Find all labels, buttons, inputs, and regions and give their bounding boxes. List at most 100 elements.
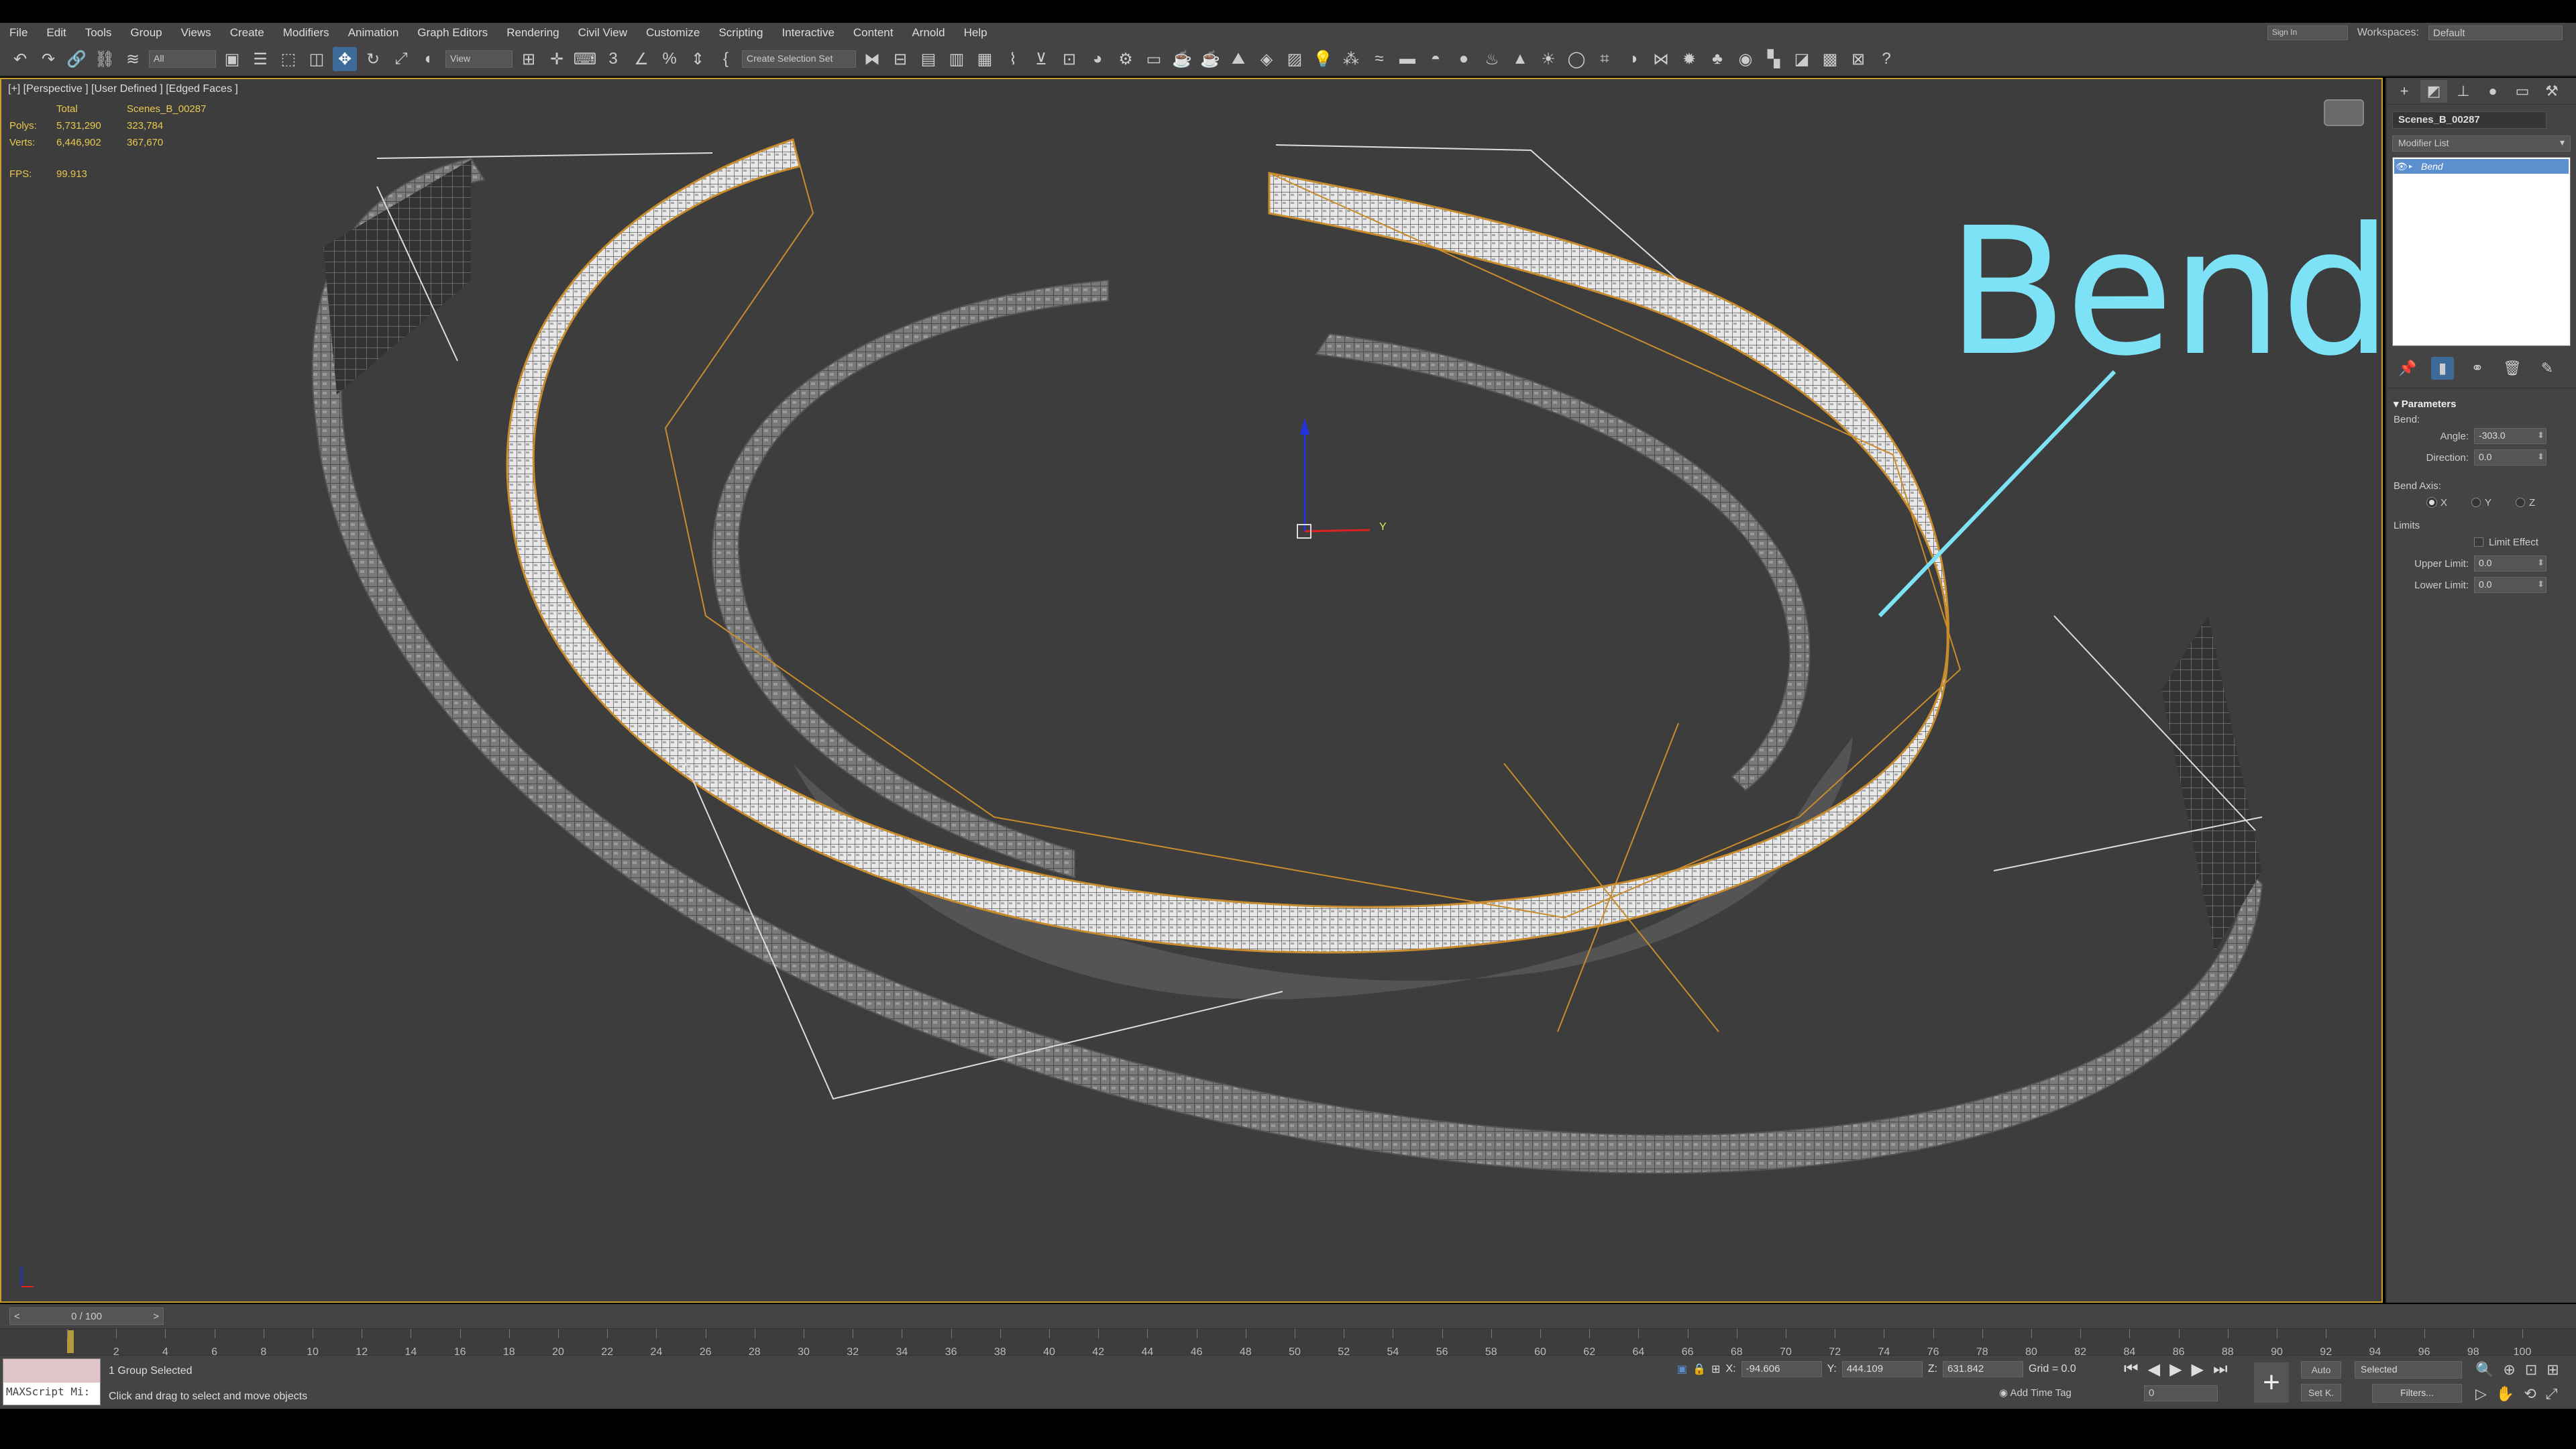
selection-filter-dropdown[interactable]: All [149, 50, 216, 68]
make-unique-icon[interactable]: ⚭ [2466, 357, 2489, 380]
arnold-icon[interactable]: ◪ [1790, 47, 1814, 71]
angle-spinner[interactable]: -303.0 [2474, 428, 2546, 444]
shader-icon[interactable]: ◑ [1621, 47, 1645, 71]
pan-icon[interactable]: ✋ [2496, 1385, 2514, 1403]
sky-icon[interactable]: ◯ [1564, 47, 1589, 71]
help-icon[interactable]: ? [1874, 47, 1898, 71]
plane-icon[interactable]: ▬ [1395, 47, 1419, 71]
limit-effect-checkbox[interactable]: Limit Effect [2394, 531, 2569, 553]
perspective-viewport[interactable]: Y [+] [Perspective ] [User Defined ] [Ed… [0, 78, 2383, 1303]
rect-region-icon[interactable]: ⬚ [276, 47, 301, 71]
create-tab-icon[interactable]: + [2391, 80, 2418, 103]
globe-icon[interactable]: ◉ [1733, 47, 1758, 71]
layer-explorer-icon[interactable]: ▤ [916, 47, 941, 71]
zoom-all-icon[interactable]: ⊕ [2503, 1361, 2515, 1379]
menu-customize[interactable]: Customize [637, 26, 709, 40]
curve-editor-icon[interactable]: ⌇ [1001, 47, 1025, 71]
snap-3d-icon[interactable]: 3 [601, 47, 625, 71]
dome-icon[interactable]: ◓ [1424, 47, 1448, 71]
scene-converter-icon[interactable]: ⊠ [1846, 47, 1870, 71]
particle-icon[interactable]: ⁂ [1339, 47, 1363, 71]
scale-icon[interactable]: ⤢ [389, 47, 413, 71]
menu-rendering[interactable]: Rendering [497, 26, 568, 40]
modifier-stack[interactable]: 👁 ▸ Bend [2392, 157, 2571, 346]
select-by-name-icon[interactable]: ☰ [248, 47, 272, 71]
scene-explorer-icon[interactable]: ▦ [973, 47, 997, 71]
menu-file[interactable]: File [0, 26, 37, 40]
move-icon[interactable]: ✥ [333, 47, 357, 71]
material-editor-icon[interactable]: ◕ [1085, 47, 1110, 71]
mirror-icon[interactable]: ⧓ [860, 47, 884, 71]
tree-icon[interactable]: ♣ [1705, 47, 1729, 71]
zoom-extents-icon[interactable]: ⊡ [2525, 1361, 2537, 1379]
bind-spacewarp-icon[interactable]: ≋ [121, 47, 145, 71]
percent-snap-icon[interactable]: % [657, 47, 682, 71]
parameters-header[interactable]: ▾ Parameters [2394, 398, 2569, 410]
render-active-icon[interactable]: ☕ [1198, 47, 1222, 71]
schematic-view-icon[interactable]: ⊡ [1057, 47, 1081, 71]
axis-z-radio[interactable]: Z [2516, 497, 2535, 508]
menu-views[interactable]: Views [172, 26, 221, 40]
set-key-icon[interactable]: + [2254, 1362, 2289, 1403]
toggle-ribbon-icon[interactable]: ▥ [945, 47, 969, 71]
select-object-icon[interactable]: ▣ [220, 47, 244, 71]
hierarchy-tab-icon[interactable]: ⊥ [2450, 80, 2477, 103]
menu-group[interactable]: Group [121, 26, 171, 40]
cone-icon[interactable]: ▲ [1508, 47, 1532, 71]
configure-sets-icon[interactable]: ✎ [2536, 357, 2559, 380]
track-bar[interactable]: 2 4 6 8 10 12 14 16 18 20 22 24 26 28 30 32 34 36 38 40 42 44… [0, 1328, 2576, 1358]
angle-snap-icon[interactable]: ∠ [629, 47, 653, 71]
menu-content[interactable]: Content [844, 26, 903, 40]
viewport-shading-icon[interactable]: ◈ [1254, 47, 1279, 71]
unlink-icon[interactable]: ⛓ [93, 47, 117, 71]
dope-sheet-icon[interactable]: ⊻ [1029, 47, 1053, 71]
play-icon[interactable]: ▶ [2169, 1360, 2182, 1379]
next-frame-icon[interactable]: > [153, 1311, 159, 1322]
orbit-icon[interactable]: ⟲ [2524, 1385, 2536, 1403]
manipulate-icon[interactable]: ✛ [545, 47, 569, 71]
render-icon[interactable]: ☕ [1170, 47, 1194, 71]
menu-graph-editors[interactable]: Graph Editors [408, 26, 497, 40]
axis-y-radio[interactable]: Y [2471, 497, 2491, 508]
lower-limit-spinner[interactable]: 0.0 [2474, 577, 2546, 593]
spinner-snap-icon[interactable]: ⇕ [686, 47, 710, 71]
menu-modifiers[interactable]: Modifiers [274, 26, 339, 40]
zoom-extents-all-icon[interactable]: ⊞ [2546, 1361, 2559, 1379]
display-tab-icon[interactable]: ▭ [2509, 80, 2536, 103]
edit-named-sets-icon[interactable]: { [714, 47, 738, 71]
named-selection-dropdown[interactable]: Create Selection Set [742, 50, 856, 68]
civil-view-icon[interactable]: ⛰ [1226, 47, 1250, 71]
wire-icon[interactable]: ⌗ [1593, 47, 1617, 71]
render-setup-icon[interactable]: ⚙ [1114, 47, 1138, 71]
current-frame-field[interactable]: 0 [2144, 1385, 2218, 1401]
menu-scripting[interactable]: Scripting [709, 26, 772, 40]
expand-arrow-icon[interactable]: ▸ [2409, 163, 2421, 170]
menu-create[interactable]: Create [221, 26, 274, 40]
menu-animation[interactable]: Animation [339, 26, 409, 40]
modifier-stack-item-bend[interactable]: 👁 ▸ Bend [2394, 159, 2569, 174]
goto-start-icon[interactable]: ⏮ [2124, 1360, 2139, 1379]
menu-interactive[interactable]: Interactive [772, 26, 843, 40]
utilities-tab-icon[interactable]: ⚒ [2538, 80, 2565, 103]
workspace-dropdown[interactable]: Default [2428, 25, 2563, 40]
sign-in-dropdown[interactable]: Sign In [2267, 25, 2348, 40]
goto-end-icon[interactable]: ⏭ [2213, 1360, 2228, 1379]
window-crossing-icon[interactable]: ◫ [305, 47, 329, 71]
undo-icon[interactable]: ↶ [8, 47, 32, 71]
maximize-viewport-icon[interactable]: ⤢ [2546, 1385, 2558, 1403]
teapot-icon[interactable]: ♨ [1480, 47, 1504, 71]
object-name-field[interactable]: Scenes_B_00287 [2392, 111, 2546, 129]
zoom-icon[interactable]: 🔍 [2475, 1361, 2493, 1379]
maxscript-listener[interactable]: MAXScript Mi: [3, 1358, 101, 1405]
sun-icon[interactable]: ☀ [1536, 47, 1560, 71]
hair-icon[interactable]: ≈ [1367, 47, 1391, 71]
absolute-mode-icon[interactable]: ⊞ [1711, 1362, 1720, 1376]
pin-stack-icon[interactable]: 📌 [2396, 357, 2419, 380]
z-coordinate-field[interactable]: 631.842 [1943, 1361, 2024, 1377]
network-icon[interactable]: ⋈ [1649, 47, 1673, 71]
add-time-tag[interactable]: ◉ Add Time Tag [1999, 1387, 2072, 1399]
prev-frame-icon[interactable]: < [14, 1311, 20, 1322]
link-icon[interactable]: 🔗 [64, 47, 89, 71]
remove-modifier-icon[interactable]: 🗑 [2501, 357, 2524, 380]
pivot-center-icon[interactable]: ⊞ [517, 47, 541, 71]
